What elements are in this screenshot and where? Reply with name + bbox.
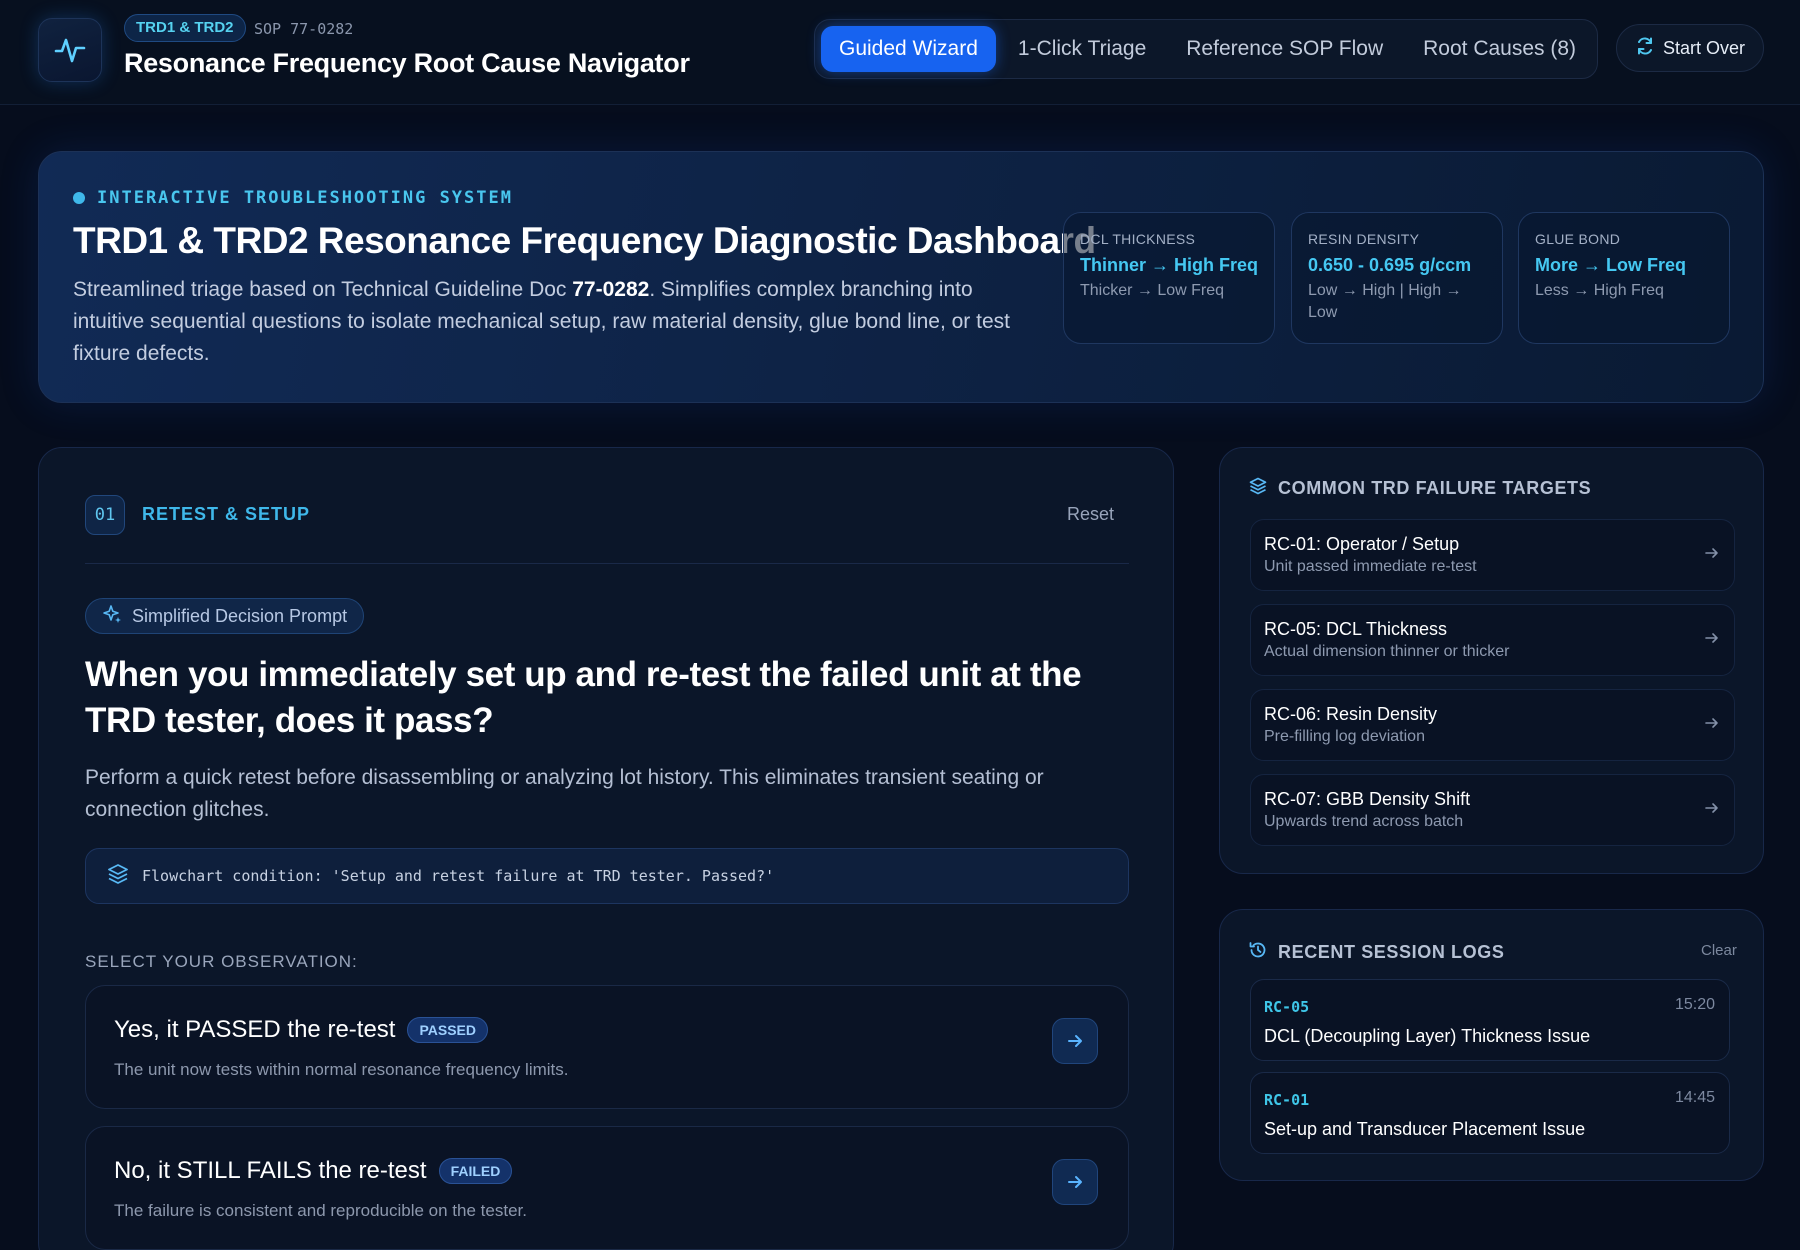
stat-glue-bond: GLUE BOND More → Low Freq Less → High Fr… [1518, 212, 1730, 344]
flowchart-condition-text: Flowchart condition: 'Setup and retest f… [142, 867, 775, 885]
target-title: RC-07: GBB Density Shift [1264, 789, 1471, 809]
target-item-rc05[interactable]: RC-05: DCL Thickness Actual dimension th… [1250, 604, 1735, 676]
prompt-pill-label: Simplified Decision Prompt [132, 605, 348, 626]
stat-label: GLUE BOND [1535, 231, 1621, 247]
stat-dcl-thickness: DCL THICKNESS Thinner → High Freq Thicke… [1063, 212, 1275, 344]
stat-label: RESIN DENSITY [1308, 231, 1420, 247]
status-badge-failed: FAILED [438, 1158, 513, 1184]
top-bar: TRD1 & TRD2 SOP 77-0282 Resonance Freque… [0, 0, 1800, 105]
option-description: The failure is consistent and reproducib… [114, 1201, 527, 1220]
log-description: Set-up and Transducer Placement Issue [1264, 1119, 1586, 1139]
wizard-question: When you immediately set up and re-test … [85, 655, 1082, 740]
start-over-label: Start Over [1662, 37, 1746, 58]
sparkle-icon [102, 604, 122, 629]
log-description: DCL (Decoupling Layer) Thickness Issue [1264, 1026, 1591, 1046]
layers-icon [1248, 476, 1268, 501]
status-badge-passed: PASSED [407, 1017, 489, 1043]
tab-one-click-triage[interactable]: 1-Click Triage [1000, 26, 1164, 72]
log-time: 14:45 [1674, 1089, 1715, 1106]
targets-heading: COMMON TRD FAILURE TARGETS [1248, 476, 1591, 501]
stat-sub: Thicker → Low Freq [1080, 282, 1225, 299]
targets-heading-text: COMMON TRD FAILURE TARGETS [1278, 478, 1592, 498]
target-subtitle: Actual dimension thinner or thicker [1264, 643, 1510, 660]
stat-value: Thinner → High Freq [1080, 255, 1258, 275]
option-description: The unit now tests within normal resonan… [114, 1060, 569, 1079]
prompt-pill: Simplified Decision Prompt [85, 598, 365, 634]
stat-value: 0.650 - 0.695 g/ccm [1308, 255, 1472, 275]
doc-number: 77-0282 [572, 278, 650, 301]
status-dot-icon [73, 192, 85, 204]
stat-resin-density: RESIN DENSITY 0.650 - 0.695 g/ccm Low → … [1291, 212, 1503, 344]
target-item-rc06[interactable]: RC-06: Resin Density Pre-filling log dev… [1250, 689, 1735, 761]
tab-root-causes[interactable]: Root Causes (8) [1405, 26, 1594, 72]
session-log-item[interactable]: RC-01 14:45 Set-up and Transducer Placem… [1250, 1072, 1730, 1154]
tab-guided-wizard[interactable]: Guided Wizard [821, 26, 996, 72]
target-title: RC-01: Operator / Setup [1264, 534, 1460, 554]
arrow-right-icon [1703, 544, 1721, 567]
failure-targets-card: COMMON TRD FAILURE TARGETS RC-01: Operat… [1219, 447, 1764, 874]
target-title: RC-05: DCL Thickness [1264, 619, 1448, 639]
hero-kicker-text: INTERACTIVE TROUBLESHOOTING SYSTEM [97, 188, 513, 208]
option-failed[interactable]: No, it STILL FAILS the re-test FAILED Th… [85, 1126, 1129, 1250]
arrow-right-icon[interactable] [1052, 1018, 1098, 1064]
session-log-item[interactable]: RC-05 15:20 DCL (Decoupling Layer) Thick… [1250, 979, 1730, 1061]
desc-text-1: Streamlined triage based on Technical Gu… [73, 278, 573, 301]
product-badge: TRD1 & TRD2 [124, 14, 246, 42]
arrow-right-icon [1703, 714, 1721, 737]
log-code: RC-01 [1264, 1091, 1310, 1109]
divider [85, 563, 1129, 564]
pulse-logo-icon [38, 18, 102, 82]
stat-sub: Low → High | High → Low [1308, 282, 1462, 321]
arrow-right-icon [1703, 629, 1721, 652]
dashboard-description: Streamlined triage based on Technical Gu… [73, 274, 1033, 370]
target-item-rc01[interactable]: RC-01: Operator / Setup Unit passed imme… [1250, 519, 1735, 591]
dashboard-title: TRD1 & TRD2 Resonance Frequency Diagnost… [73, 220, 1096, 261]
logs-heading-text: RECENT SESSION LOGS [1278, 942, 1505, 962]
hero-kicker: INTERACTIVE TROUBLESHOOTING SYSTEM [73, 188, 513, 208]
log-time: 15:20 [1674, 996, 1715, 1013]
step-title: RETEST & SETUP [142, 504, 311, 524]
option-passed[interactable]: Yes, it PASSED the re-test PASSED The un… [85, 985, 1129, 1109]
option-title-text: No, it STILL FAILS the re-test [114, 1157, 427, 1184]
session-logs-card: RECENT SESSION LOGS Clear RC-05 15:20 DC… [1219, 909, 1764, 1181]
log-code: RC-05 [1264, 998, 1310, 1016]
step-number: 01 [85, 495, 125, 535]
tab-reference-sop-flow[interactable]: Reference SOP Flow [1168, 26, 1401, 72]
wizard-card: 01 RETEST & SETUP Reset Simplified Decis… [38, 447, 1174, 1250]
hero-banner: INTERACTIVE TROUBLESHOOTING SYSTEM TRD1 … [38, 151, 1764, 403]
target-item-rc07[interactable]: RC-07: GBB Density Shift Upwards trend a… [1250, 774, 1735, 846]
stat-value: More → Low Freq [1535, 255, 1687, 275]
target-subtitle: Upwards trend across batch [1264, 813, 1464, 830]
main-tabs: Guided Wizard 1-Click Triage Reference S… [814, 19, 1598, 79]
target-subtitle: Unit passed immediate re-test [1264, 558, 1477, 575]
refresh-icon [1635, 36, 1655, 61]
start-over-button[interactable]: Start Over [1616, 24, 1764, 72]
target-subtitle: Pre-filling log deviation [1264, 728, 1425, 745]
sop-number: SOP 77-0282 [254, 20, 354, 38]
option-title: No, it STILL FAILS the re-test FAILED [114, 1157, 513, 1185]
reset-button[interactable]: Reset [1067, 504, 1114, 525]
clear-logs-button[interactable]: Clear [1701, 942, 1737, 959]
flowchart-condition: Flowchart condition: 'Setup and retest f… [85, 848, 1129, 904]
stat-sub: Less → High Freq [1535, 282, 1664, 299]
stat-label: DCL THICKNESS [1080, 231, 1196, 247]
question-description: Perform a quick retest before disassembl… [85, 766, 1044, 821]
logs-heading: RECENT SESSION LOGS [1248, 940, 1504, 965]
app-title: Resonance Frequency Root Cause Navigator [124, 48, 690, 78]
option-title: Yes, it PASSED the re-test PASSED [114, 1016, 489, 1044]
option-title-text: Yes, it PASSED the re-test [114, 1016, 396, 1043]
arrow-right-icon [1703, 799, 1721, 822]
layers-icon [106, 862, 130, 890]
target-title: RC-06: Resin Density [1264, 704, 1438, 724]
arrow-right-icon[interactable] [1052, 1159, 1098, 1205]
select-label: SELECT YOUR OBSERVATION: [85, 952, 358, 971]
history-icon [1248, 940, 1268, 965]
